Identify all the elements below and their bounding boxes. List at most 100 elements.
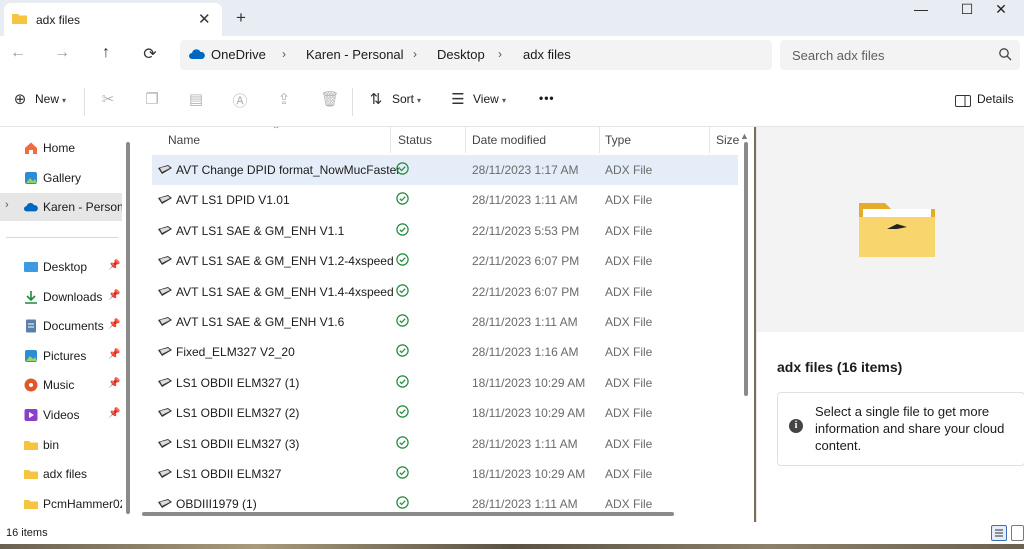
sidebar-item-karen-personal[interactable]: › Karen - Personal — [0, 193, 122, 221]
column-divider[interactable] — [599, 127, 600, 153]
minimize-button[interactable]: — — [898, 1, 944, 23]
pin-icon[interactable]: 📌 — [108, 290, 120, 301]
sync-ok-icon — [396, 283, 409, 297]
scroll-up-icon[interactable]: ▲ — [740, 131, 749, 141]
file-row[interactable]: LS1 OBDII ELM327 (2) 18/11/2023 10:29 AM A… — [152, 398, 738, 428]
details-pane: adx files (16 items) i Select a single f… — [756, 127, 1024, 522]
share-icon[interactable]: ⇪ — [274, 90, 294, 110]
file-list-scrollbar[interactable] — [744, 142, 748, 396]
more-options-button[interactable]: ••• — [539, 91, 555, 105]
file-row[interactable]: Fixed_ELM327 V2_20 28/11/2023 1:16 AM ADX … — [152, 337, 738, 367]
sidebar-item-desktop[interactable]: Desktop 📌 — [0, 253, 122, 281]
file-row[interactable]: LS1 OBDII ELM327 (1) 18/11/2023 10:29 AM A… — [152, 368, 738, 398]
paste-icon[interactable]: ▤ — [186, 90, 206, 110]
sort-button[interactable]: Sort — [392, 92, 414, 106]
sidebar-item-documents[interactable]: Documents 📌 — [0, 312, 122, 340]
column-divider[interactable] — [390, 127, 391, 153]
horizontal-scrollbar[interactable] — [142, 512, 674, 516]
new-tab-button[interactable]: + — [236, 8, 246, 28]
file-row[interactable]: AVT Change DPID format_NowMucFaster 28/11… — [152, 155, 738, 185]
sidebar-item-downloads[interactable]: Downloads 📌 — [0, 283, 122, 311]
column-header-size[interactable]: Size — [716, 133, 739, 147]
sidebar-item-bin[interactable]: bin — [0, 431, 122, 459]
adx-file-icon — [158, 195, 172, 205]
sidebar-scrollbar[interactable] — [126, 142, 130, 514]
sidebar-item-music[interactable]: Music 📌 — [0, 371, 122, 399]
tab-adx-files[interactable]: adx files ✕ — [4, 3, 222, 36]
file-date-modified: 28/11/2023 1:11 AM — [472, 497, 578, 512]
chevron-right-icon[interactable]: › — [498, 47, 502, 61]
file-name: AVT LS1 SAE & GM_ENH V1.4-4xspeed — [176, 284, 394, 299]
details-view-icon[interactable] — [991, 525, 1007, 541]
crumb-karen-personal[interactable]: Karen - Personal — [306, 47, 404, 62]
file-row[interactable]: AVT LS1 SAE & GM_ENH V1.2-4xspeed 22/11/2… — [152, 246, 738, 276]
pin-icon[interactable]: 📌 — [108, 349, 120, 360]
file-type: ADX File — [605, 163, 653, 177]
rename-icon[interactable]: Ⓐ — [230, 90, 250, 110]
chevron-right-icon[interactable]: › — [413, 47, 417, 61]
music-icon — [24, 378, 38, 392]
pin-icon[interactable]: 📌 — [108, 378, 120, 389]
crumb-adx-files[interactable]: adx files — [523, 47, 571, 62]
crumb-desktop[interactable]: Desktop — [437, 47, 485, 62]
sidebar-item-adx-files[interactable]: adx files — [0, 460, 122, 488]
file-row[interactable]: AVT LS1 DPID V1.01 28/11/2023 1:11 AM ADX … — [152, 185, 738, 215]
sidebar-item-videos[interactable]: Videos 📌 — [0, 401, 122, 429]
close-window-button[interactable]: ✕ — [978, 1, 1024, 23]
file-row[interactable]: LS1 OBDII ELM327 (3) 28/11/2023 1:11 AM AD… — [152, 429, 738, 459]
pin-icon[interactable]: 📌 — [108, 260, 120, 271]
sidebar-item-label: Pictures — [43, 349, 87, 363]
file-row[interactable]: LS1 OBDII ELM327 18/11/2023 10:29 AM ADX F… — [152, 459, 738, 489]
file-date-modified: 28/11/2023 1:11 AM — [472, 193, 578, 208]
close-tab-icon[interactable]: ✕ — [198, 10, 211, 28]
file-row[interactable]: AVT LS1 SAE & GM_ENH V1.4-4xspeed 22/11/2… — [152, 277, 738, 307]
tiles-view-icon[interactable] — [1011, 525, 1024, 541]
search-icon[interactable] — [998, 47, 1012, 61]
sidebar-item-pictures[interactable]: Pictures 📌 — [0, 342, 122, 370]
view-button[interactable]: View — [473, 92, 499, 106]
file-list: ⌃ Name Status Date modified Type Size AV… — [134, 127, 754, 522]
up-icon[interactable]: ↑ — [94, 44, 118, 66]
file-row[interactable]: AVT LS1 SAE & GM_ENH V1.6 28/11/2023 1:11… — [152, 307, 738, 337]
search-input[interactable]: Search adx files — [792, 48, 885, 63]
new-button[interactable]: New — [35, 92, 59, 106]
chevron-down-icon[interactable]: ▾ — [417, 96, 421, 105]
column-header-date-modified[interactable]: Date modified — [472, 133, 546, 147]
details-pane-icon[interactable] — [955, 95, 971, 107]
file-row[interactable]: AVT LS1 SAE & GM_ENH V1.1 22/11/2023 5:53… — [152, 216, 738, 246]
chevron-down-icon[interactable]: ▾ — [62, 96, 66, 105]
add-icon[interactable]: ⊕ — [10, 90, 30, 110]
column-divider[interactable] — [709, 127, 710, 153]
cut-icon[interactable]: ✂ — [98, 90, 118, 110]
view-icon[interactable]: ☰ — [448, 90, 468, 110]
copy-icon[interactable]: ❐ — [142, 90, 162, 110]
chevron-right-icon[interactable]: › — [5, 199, 9, 211]
sidebar-item-label: PcmHammer021 — [43, 497, 122, 511]
back-icon[interactable]: ← — [6, 44, 30, 66]
forward-icon[interactable]: → — [50, 44, 74, 66]
adx-file-icon — [158, 438, 172, 448]
breadcrumb[interactable]: OneDrive › Karen - Personal › Desktop › … — [180, 40, 772, 70]
pin-icon[interactable]: 📌 — [108, 319, 120, 330]
column-header-status[interactable]: Status — [398, 133, 432, 147]
pin-icon[interactable]: 📌 — [108, 408, 120, 419]
sidebar-item-home[interactable]: Home — [0, 134, 122, 162]
sort-icon[interactable]: ⇅ — [366, 90, 386, 110]
sidebar-item-pcmhammer[interactable]: PcmHammer021 — [0, 490, 122, 518]
search-box[interactable]: Search adx files — [780, 40, 1020, 70]
sync-ok-icon — [396, 314, 409, 327]
column-header-name[interactable]: Name — [168, 133, 200, 147]
delete-icon[interactable]: 🗑 — [320, 90, 340, 110]
chevron-right-icon[interactable]: › — [282, 47, 286, 61]
chevron-down-icon[interactable]: ▾ — [502, 96, 506, 105]
column-divider[interactable] — [465, 127, 466, 153]
sidebar-item-gallery[interactable]: Gallery — [0, 164, 122, 192]
refresh-icon[interactable]: ⟳ — [138, 44, 162, 66]
details-button[interactable]: Details — [977, 92, 1014, 106]
folder-icon — [24, 500, 38, 509]
crumb-onedrive[interactable]: OneDrive — [211, 47, 266, 62]
column-header-type[interactable]: Type — [605, 133, 631, 147]
home-icon — [25, 142, 37, 154]
videos-icon — [24, 409, 38, 421]
adx-file-icon — [158, 165, 172, 174]
